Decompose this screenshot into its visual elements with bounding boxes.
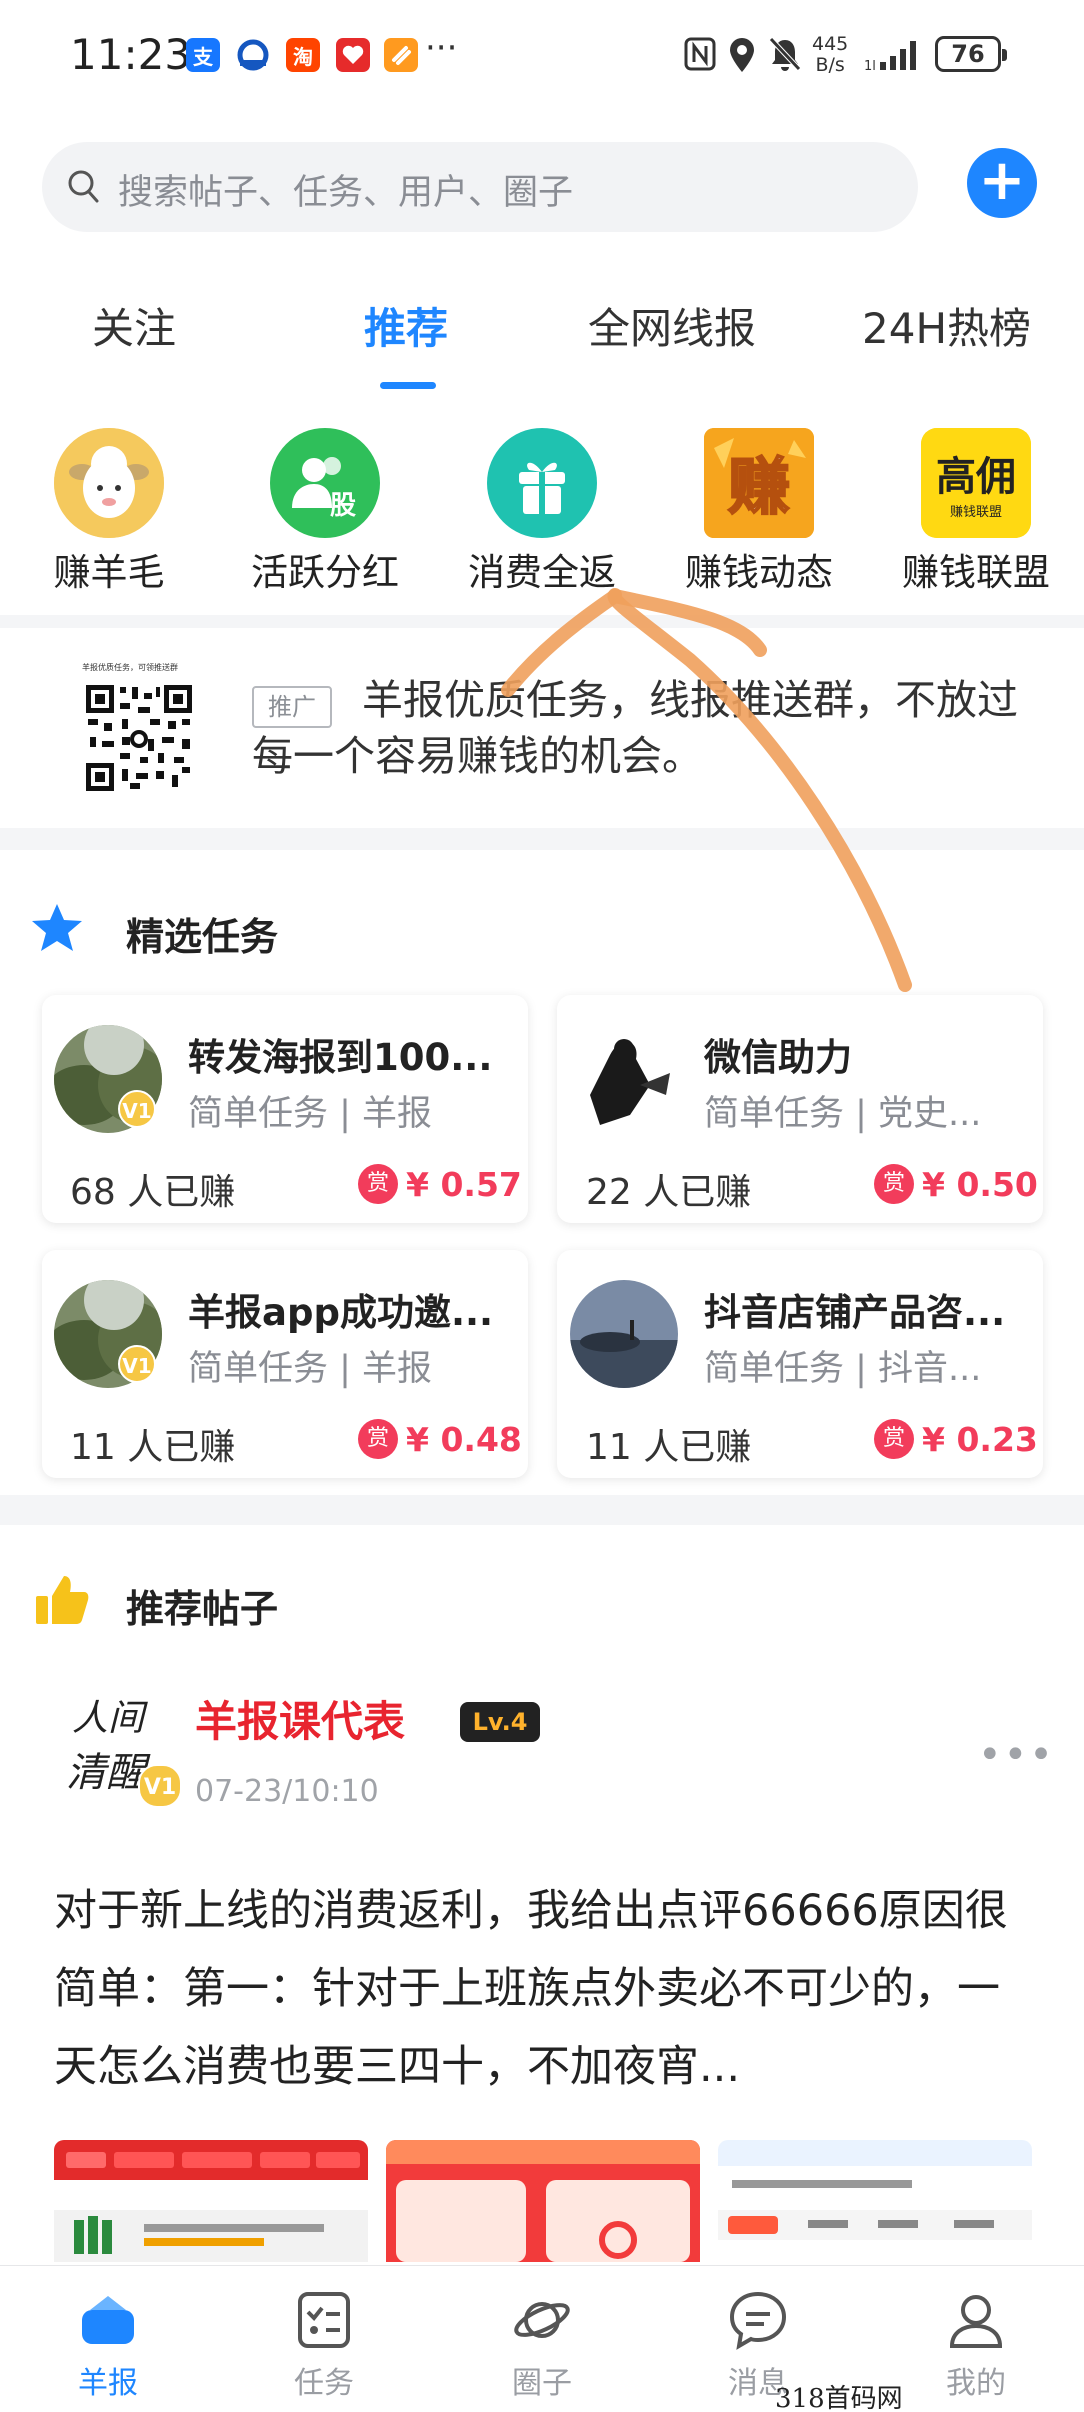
active-tab-indicator bbox=[380, 382, 436, 389]
create-post-button[interactable]: + bbox=[967, 148, 1037, 218]
home-icon bbox=[82, 2296, 134, 2344]
signal-icon: 1l bbox=[864, 41, 916, 72]
sheep-icon[interactable] bbox=[54, 428, 164, 538]
post-image[interactable] bbox=[54, 2140, 368, 2262]
v1-badge: V1 bbox=[138, 1764, 182, 1808]
watermark: 318首码网 www.e318.com bbox=[775, 2384, 903, 2412]
reward-badge-icon: 赏 bbox=[358, 1419, 398, 1459]
task-earned-count: 22 人已赚 bbox=[586, 1172, 752, 1213]
level-badge: Lv.4 bbox=[460, 1702, 540, 1742]
task-reward: ¥ 0.23 bbox=[922, 1420, 1038, 1459]
task-reward: ¥ 0.50 bbox=[922, 1165, 1038, 1204]
task-subtitle: 简单任务 | 党史... bbox=[704, 1094, 982, 1134]
task-earned-count: 11 人已赚 bbox=[586, 1427, 752, 1468]
orange-app-icon bbox=[384, 38, 418, 72]
post-time: 07-23/10:10 bbox=[195, 1774, 379, 1809]
tab-follow[interactable]: 关注 bbox=[92, 295, 176, 356]
tab-24h-hot[interactable]: 24H热榜 bbox=[862, 295, 1031, 356]
alliance-icon-text: 高佣 bbox=[936, 454, 1016, 500]
star-icon bbox=[32, 904, 82, 951]
task-title: 羊报app成功邀... bbox=[188, 1291, 494, 1334]
task-subtitle: 简单任务 | 抖音... bbox=[704, 1349, 982, 1389]
battery-indicator: 76 bbox=[935, 36, 1007, 72]
task-avatar bbox=[570, 1025, 678, 1133]
nav-tasks[interactable]: 任务 bbox=[244, 2270, 404, 2401]
task-title: 抖音店铺产品咨... bbox=[704, 1291, 1006, 1334]
v1-badge: V1 bbox=[118, 1345, 156, 1383]
alliance-icon[interactable]: 高佣 赚钱联盟 bbox=[921, 428, 1031, 538]
post-image[interactable] bbox=[386, 2140, 700, 2262]
nav-label: 圈子 bbox=[512, 2366, 572, 2401]
post-image[interactable] bbox=[718, 2140, 1032, 2262]
task-subtitle: 简单任务 | 羊报 bbox=[188, 1094, 433, 1134]
alipay-icon: 支 bbox=[186, 38, 220, 72]
earn-money-icon-text: 赚 bbox=[728, 450, 790, 523]
post-author-name[interactable]: 羊报课代表 bbox=[195, 1688, 405, 1749]
profile-icon bbox=[949, 2295, 1003, 2348]
author-avatar-text-1: 人间 bbox=[72, 1698, 148, 1739]
nav-label: 羊报 bbox=[78, 2366, 138, 2401]
message-icon bbox=[729, 2291, 787, 2350]
task-title: 微信助力 bbox=[704, 1036, 852, 1079]
task-avatar bbox=[570, 1280, 678, 1388]
more-notifications-icon: ··· bbox=[425, 28, 458, 68]
task-earned-count: 11 人已赚 bbox=[70, 1427, 236, 1468]
gift-box-icon[interactable] bbox=[487, 428, 597, 538]
qr-caption: 羊报优质任务，可领推送群 bbox=[82, 663, 178, 672]
shortcut-label: 赚钱动态 bbox=[685, 551, 833, 594]
shortcut-label: 活跃分红 bbox=[251, 551, 399, 594]
search-placeholder: 搜索帖子、任务、用户、圈子 bbox=[118, 173, 574, 213]
search-icon bbox=[68, 170, 99, 203]
earn-money-icon[interactable]: 赚 bbox=[704, 428, 814, 538]
status-time: 11:23 bbox=[70, 30, 192, 79]
nav-home[interactable]: 羊报 bbox=[28, 2270, 188, 2401]
promo-text: 羊报优质任务，线报推送群，不放过每一个容易赚钱的机会。 bbox=[252, 676, 1018, 780]
nav-label: 任务 bbox=[294, 2366, 354, 2401]
task-reward: ¥ 0.48 bbox=[406, 1420, 522, 1459]
v1-badge: V1 bbox=[118, 1090, 156, 1128]
shortcut-label: 赚钱联盟 bbox=[902, 551, 1050, 594]
bank-icon bbox=[236, 38, 270, 72]
shortcut-label: 赚羊毛 bbox=[53, 551, 165, 594]
nfc-icon bbox=[684, 37, 716, 71]
mute-icon bbox=[769, 37, 801, 71]
dividend-icon-text: 股 bbox=[330, 491, 356, 521]
recommended-posts-title: 推荐帖子 bbox=[126, 1587, 279, 1631]
task-list-icon bbox=[298, 2292, 350, 2348]
task-earned-count: 68 人已赚 bbox=[70, 1172, 236, 1213]
network-speed: 445 B/s bbox=[812, 33, 849, 76]
reward-badge-icon: 赏 bbox=[874, 1164, 914, 1204]
reward-badge-icon: 赏 bbox=[358, 1164, 398, 1204]
thumbs-up-icon bbox=[36, 1576, 89, 1624]
task-reward: ¥ 0.57 bbox=[406, 1165, 522, 1204]
tab-all-net-deals[interactable]: 全网线报 bbox=[588, 295, 756, 356]
dividend-icon[interactable]: 股 bbox=[270, 428, 380, 538]
task-subtitle: 简单任务 | 羊报 bbox=[188, 1349, 433, 1389]
taobao-icon: 淘 bbox=[286, 38, 320, 72]
shortcut-label: 消费全返 bbox=[468, 551, 616, 594]
svg-text:1l: 1l bbox=[864, 59, 876, 72]
reward-badge-icon: 赏 bbox=[874, 1419, 914, 1459]
alliance-icon-subtext: 赚钱联盟 bbox=[950, 504, 1002, 520]
gift-app-icon bbox=[336, 38, 370, 72]
task-title: 转发海报到100... bbox=[188, 1036, 493, 1079]
planet-icon bbox=[514, 2302, 570, 2338]
tab-recommend[interactable]: 推荐 bbox=[364, 295, 448, 356]
post-body[interactable]: 对于新上线的消费返利，我给出点评66666原因很简单：第一：针对于上班族点外卖必… bbox=[54, 1872, 1024, 2106]
qr-code: 羊报优质任务，可领推送群 bbox=[82, 662, 196, 802]
more-options-icon[interactable]: ••• bbox=[978, 1732, 1055, 1778]
nav-circles[interactable]: 圈子 bbox=[462, 2270, 622, 2401]
location-icon bbox=[730, 38, 754, 72]
featured-tasks-title: 精选任务 bbox=[126, 915, 279, 959]
